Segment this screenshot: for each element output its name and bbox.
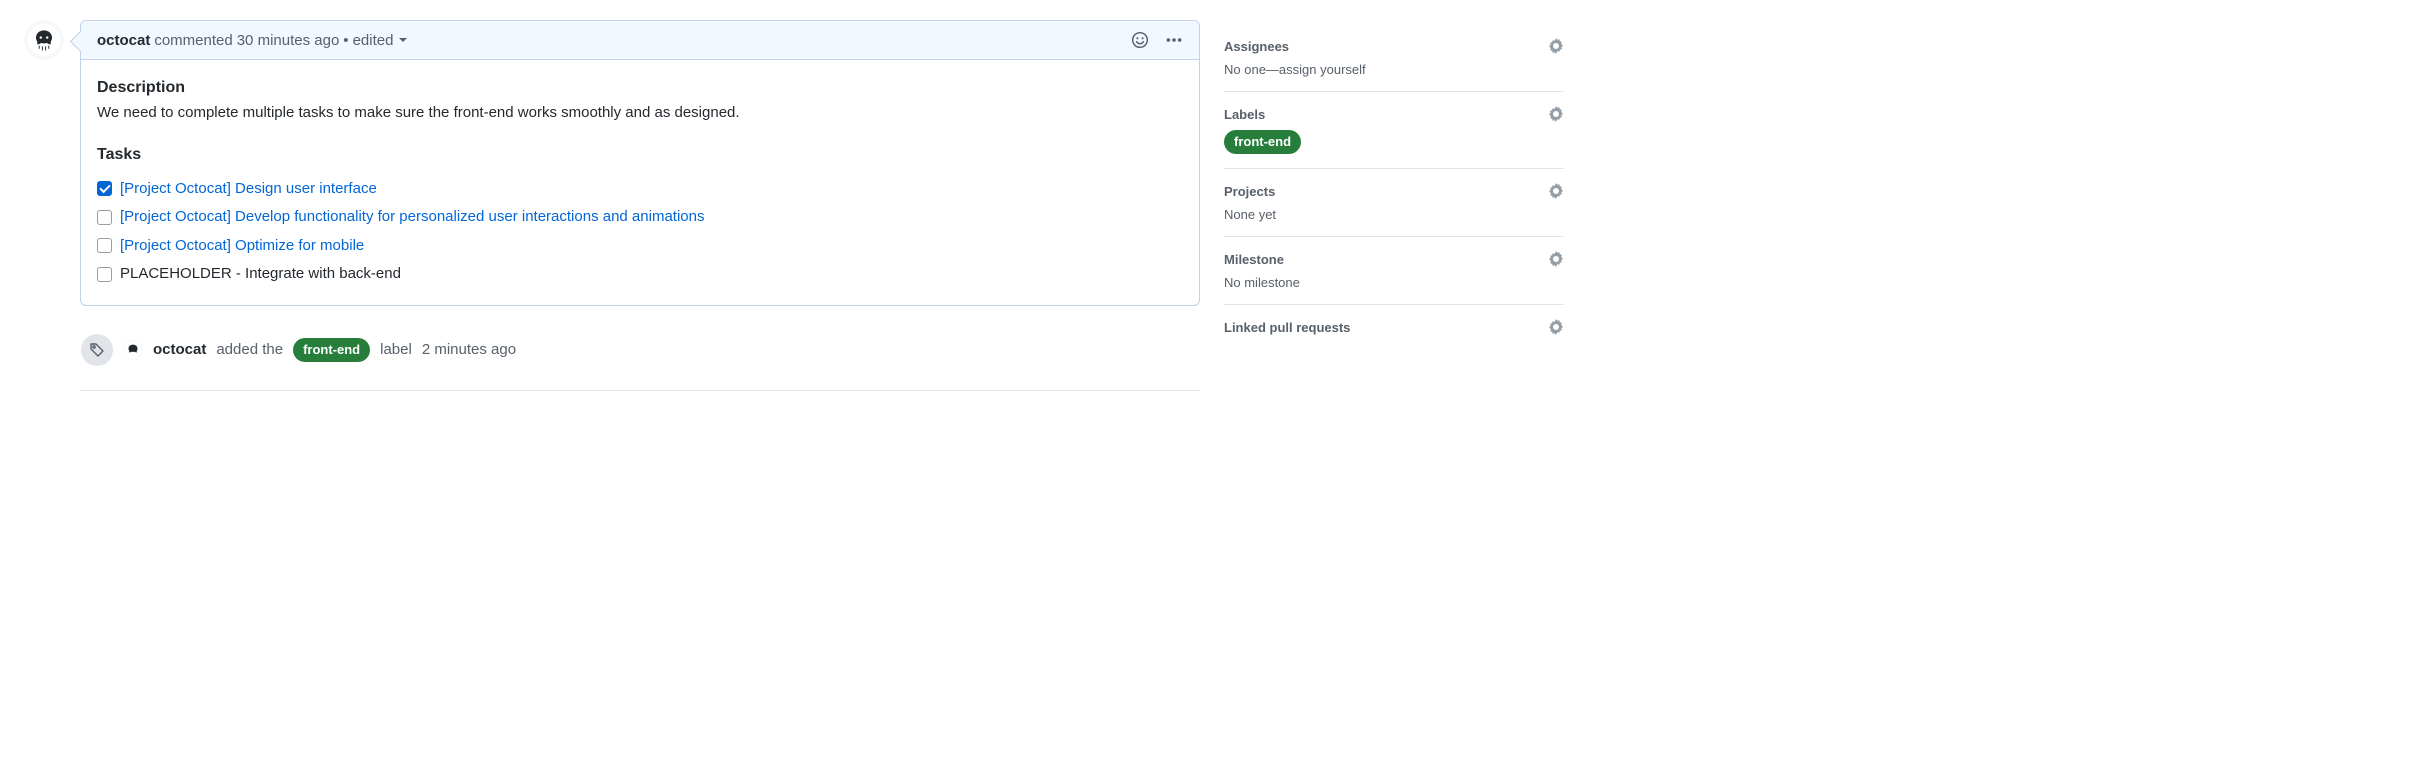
task-text: PLACEHOLDER - Integrate with back-end [120,263,401,286]
sidebar: Assignees No one—assign yourself Labels … [1224,20,1564,391]
task-checkbox[interactable] [97,267,112,282]
timeline-event: octocat added the front-end label 2 minu… [80,334,1200,366]
edited-dropdown[interactable]: edited [353,32,408,49]
gear-icon [1548,106,1564,122]
sidebar-labels: Labels front-end [1224,92,1564,169]
tasks-heading: Tasks [97,143,1183,167]
labels-gear-button[interactable] [1548,106,1564,122]
comment-action-text: commented [154,32,232,49]
octocat-icon [124,341,142,359]
comment-body: Description We need to complete multiple… [81,60,1199,305]
labels-title: Labels [1224,107,1265,122]
description-text: We need to complete multiple tasks to ma… [97,102,1183,125]
gear-icon [1548,38,1564,54]
task-link[interactable]: [Project Octocat] Design user interface [120,178,377,201]
separator: • [343,32,348,49]
emoji-reaction-button[interactable] [1131,31,1149,49]
comment-header: octocat commented 30 minutes ago • edite… [81,21,1199,60]
comment-timestamp[interactable]: 30 minutes ago [237,32,340,49]
gear-icon [1548,319,1564,335]
event-timestamp[interactable]: 2 minutes ago [422,341,516,358]
milestone-gear-button[interactable] [1548,251,1564,267]
projects-gear-button[interactable] [1548,183,1564,199]
event-avatar[interactable] [123,340,143,360]
milestone-body: No milestone [1224,275,1564,290]
event-pre-text: added the [216,341,283,358]
gear-icon [1548,251,1564,267]
sidebar-assignees: Assignees No one—assign yourself [1224,24,1564,92]
task-link[interactable]: [Project Octocat] Optimize for mobile [120,235,364,258]
projects-body: None yet [1224,207,1564,222]
linked-pr-gear-button[interactable] [1548,319,1564,335]
assignees-body[interactable]: No one—assign yourself [1224,62,1564,77]
task-link[interactable]: [Project Octocat] Develop functionality … [120,206,704,229]
avatar[interactable] [24,20,64,60]
comment-author[interactable]: octocat [97,32,150,49]
description-heading: Description [97,76,1183,100]
task-checkbox[interactable] [97,238,112,253]
edited-label: edited [353,32,394,49]
kebab-menu-button[interactable] [1165,31,1183,49]
comment-box: octocat commented 30 minutes ago • edite… [80,20,1200,306]
chevron-down-icon [399,38,407,42]
event-label-pill[interactable]: front-end [293,338,370,362]
assignees-gear-button[interactable] [1548,38,1564,54]
task-item: [Project Octocat] Design user interface [97,175,1183,204]
divider [80,390,1200,391]
task-list: [Project Octocat] Design user interface [… [97,175,1183,289]
tag-icon [89,342,105,358]
octocat-icon [28,24,60,56]
event-actor[interactable]: octocat [153,341,206,358]
sidebar-milestone: Milestone No milestone [1224,237,1564,305]
milestone-title: Milestone [1224,252,1284,267]
task-checkbox[interactable] [97,181,112,196]
task-item: PLACEHOLDER - Integrate with back-end [97,260,1183,289]
task-item: [Project Octocat] Optimize for mobile [97,232,1183,261]
smiley-icon [1131,31,1149,49]
projects-title: Projects [1224,184,1275,199]
gear-icon [1548,183,1564,199]
kebab-icon [1165,31,1183,49]
event-post-text: label [380,341,412,358]
sidebar-label-pill[interactable]: front-end [1224,130,1301,154]
sidebar-linked-pr: Linked pull requests [1224,305,1564,357]
event-badge [81,334,113,366]
linked-pr-title: Linked pull requests [1224,320,1350,335]
assignees-title: Assignees [1224,39,1289,54]
task-item: [Project Octocat] Develop functionality … [97,203,1183,232]
task-checkbox[interactable] [97,210,112,225]
sidebar-projects: Projects None yet [1224,169,1564,237]
